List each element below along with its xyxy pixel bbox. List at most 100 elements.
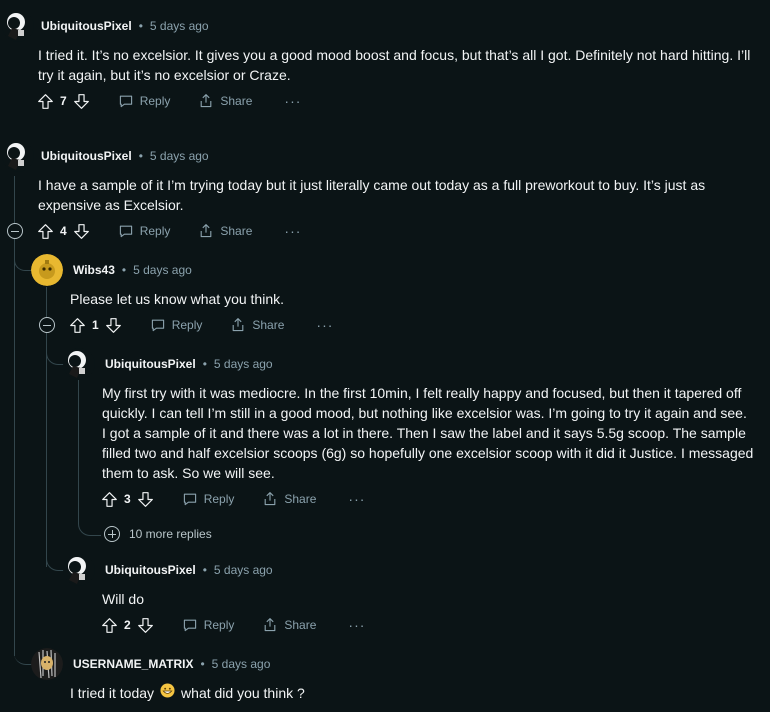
separator-dot: • bbox=[138, 19, 143, 33]
more-options-button[interactable]: ··· bbox=[284, 223, 301, 239]
reply-icon bbox=[182, 491, 204, 507]
avatar-image bbox=[31, 648, 63, 680]
avatar-image bbox=[63, 348, 95, 380]
comment-actions: 4 Reply Share ··· bbox=[37, 221, 301, 241]
vote-group: 4 bbox=[37, 223, 90, 240]
share-label: Share bbox=[284, 492, 317, 506]
share-icon bbox=[198, 93, 220, 109]
downvote-icon[interactable] bbox=[137, 617, 154, 634]
author-name[interactable]: UbiquitousPixel bbox=[105, 563, 196, 577]
collapse-thread-icon[interactable] bbox=[7, 223, 23, 239]
vote-score: 2 bbox=[124, 618, 131, 632]
thread-curve bbox=[78, 515, 101, 536]
author-name[interactable]: UbiquitousPixel bbox=[105, 357, 196, 371]
share-button[interactable]: Share bbox=[262, 491, 316, 507]
avatar[interactable] bbox=[63, 348, 95, 380]
share-button[interactable]: Share bbox=[198, 93, 252, 109]
vote-group: 3 bbox=[101, 491, 154, 508]
timestamp[interactable]: 5 days ago bbox=[133, 263, 192, 277]
more-options-button[interactable]: ··· bbox=[316, 317, 333, 333]
reply-icon bbox=[118, 223, 140, 239]
vote-score: 3 bbox=[124, 492, 131, 506]
comment-body: My first try with it was mediocre. In th… bbox=[102, 385, 754, 481]
author-name[interactable]: UbiquitousPixel bbox=[41, 149, 132, 163]
collapse-thread-icon[interactable] bbox=[39, 317, 55, 333]
reply-button[interactable]: Reply bbox=[150, 317, 203, 333]
share-button[interactable]: Share bbox=[230, 317, 284, 333]
downvote-icon[interactable] bbox=[105, 317, 122, 334]
reply-label: Reply bbox=[171, 318, 203, 332]
comment-actions: 1 Reply Share ··· bbox=[69, 315, 333, 335]
timestamp[interactable]: 5 days ago bbox=[150, 149, 209, 163]
separator-dot: • bbox=[138, 149, 143, 163]
share-label: Share bbox=[220, 224, 253, 238]
author-name[interactable]: UbiquitousPixel bbox=[41, 19, 132, 33]
more-options-button[interactable]: ··· bbox=[348, 491, 365, 507]
timestamp[interactable]: 5 days ago bbox=[214, 563, 273, 577]
separator-dot: • bbox=[121, 263, 127, 277]
share-icon bbox=[262, 617, 284, 633]
comment-text: I tried it today bbox=[70, 685, 155, 701]
share-icon bbox=[262, 491, 284, 507]
reply-icon bbox=[118, 93, 140, 109]
expand-plus-icon bbox=[104, 526, 120, 542]
comment-actions: 3 Reply Share ··· bbox=[101, 489, 365, 509]
reply-button[interactable]: Reply bbox=[182, 617, 235, 633]
share-label: Share bbox=[220, 94, 253, 108]
upvote-icon[interactable] bbox=[37, 93, 54, 110]
share-icon bbox=[230, 317, 252, 333]
author-name[interactable]: USERNAME_MATRIX bbox=[73, 657, 193, 671]
comment-body: I tried it today what did you think ? bbox=[70, 683, 750, 703]
reply-label: Reply bbox=[203, 618, 235, 632]
vote-group: 2 bbox=[101, 617, 154, 634]
share-button[interactable]: Share bbox=[198, 223, 252, 239]
comment-actions: 7 Reply Share ··· bbox=[37, 91, 301, 111]
reply-button[interactable]: Reply bbox=[118, 223, 171, 239]
comment-text-after-emoji: what did you think ? bbox=[181, 685, 305, 701]
thread-curve bbox=[14, 640, 32, 665]
comment-body: I have a sample of it I’m trying today b… bbox=[38, 177, 706, 213]
downvote-icon[interactable] bbox=[73, 223, 90, 240]
more-replies-link[interactable]: 10 more replies bbox=[104, 526, 212, 542]
reply-button[interactable]: Reply bbox=[118, 93, 171, 109]
separator-dot: • bbox=[202, 563, 207, 577]
author-name[interactable]: Wibs43 bbox=[73, 263, 115, 277]
timestamp[interactable]: 5 days ago bbox=[214, 357, 273, 371]
comment-body: Will do bbox=[102, 591, 145, 607]
vote-group: 7 bbox=[37, 93, 90, 110]
vote-group: 1 bbox=[69, 317, 122, 334]
upvote-icon[interactable] bbox=[101, 491, 118, 508]
thread-line-root bbox=[14, 176, 15, 656]
reply-icon bbox=[182, 617, 204, 633]
avatar[interactable] bbox=[2, 10, 34, 42]
reply-label: Reply bbox=[139, 224, 171, 238]
thread-line-pixel bbox=[78, 380, 79, 520]
avatar[interactable] bbox=[2, 140, 34, 172]
downvote-icon[interactable] bbox=[137, 491, 154, 508]
timestamp[interactable]: 5 days ago bbox=[212, 657, 271, 671]
reply-label: Reply bbox=[203, 492, 235, 506]
avatar[interactable] bbox=[63, 554, 95, 586]
upvote-icon[interactable] bbox=[101, 617, 118, 634]
upvote-icon[interactable] bbox=[37, 223, 54, 240]
avatar[interactable] bbox=[31, 254, 63, 286]
avatar-image bbox=[2, 10, 34, 42]
reply-label: Reply bbox=[139, 94, 171, 108]
share-button[interactable]: Share bbox=[262, 617, 316, 633]
more-replies-label: 10 more replies bbox=[129, 527, 212, 541]
upvote-icon[interactable] bbox=[69, 317, 86, 334]
more-options-button[interactable]: ··· bbox=[348, 617, 365, 633]
more-options-button[interactable]: ··· bbox=[284, 93, 301, 109]
downvote-icon[interactable] bbox=[73, 93, 90, 110]
avatar[interactable] bbox=[31, 648, 63, 680]
share-label: Share bbox=[252, 318, 285, 332]
avatar-image bbox=[31, 254, 63, 286]
comment-body: I tried it. It’s no excelsior. It gives … bbox=[38, 47, 751, 83]
timestamp[interactable]: 5 days ago bbox=[150, 19, 209, 33]
reply-icon bbox=[150, 317, 172, 333]
comment-body: Please let us know what you think. bbox=[70, 291, 285, 307]
reply-button[interactable]: Reply bbox=[182, 491, 235, 507]
separator-dot: • bbox=[200, 657, 205, 671]
share-icon bbox=[198, 223, 220, 239]
comment-actions: 2 Reply Share ··· bbox=[101, 615, 365, 635]
